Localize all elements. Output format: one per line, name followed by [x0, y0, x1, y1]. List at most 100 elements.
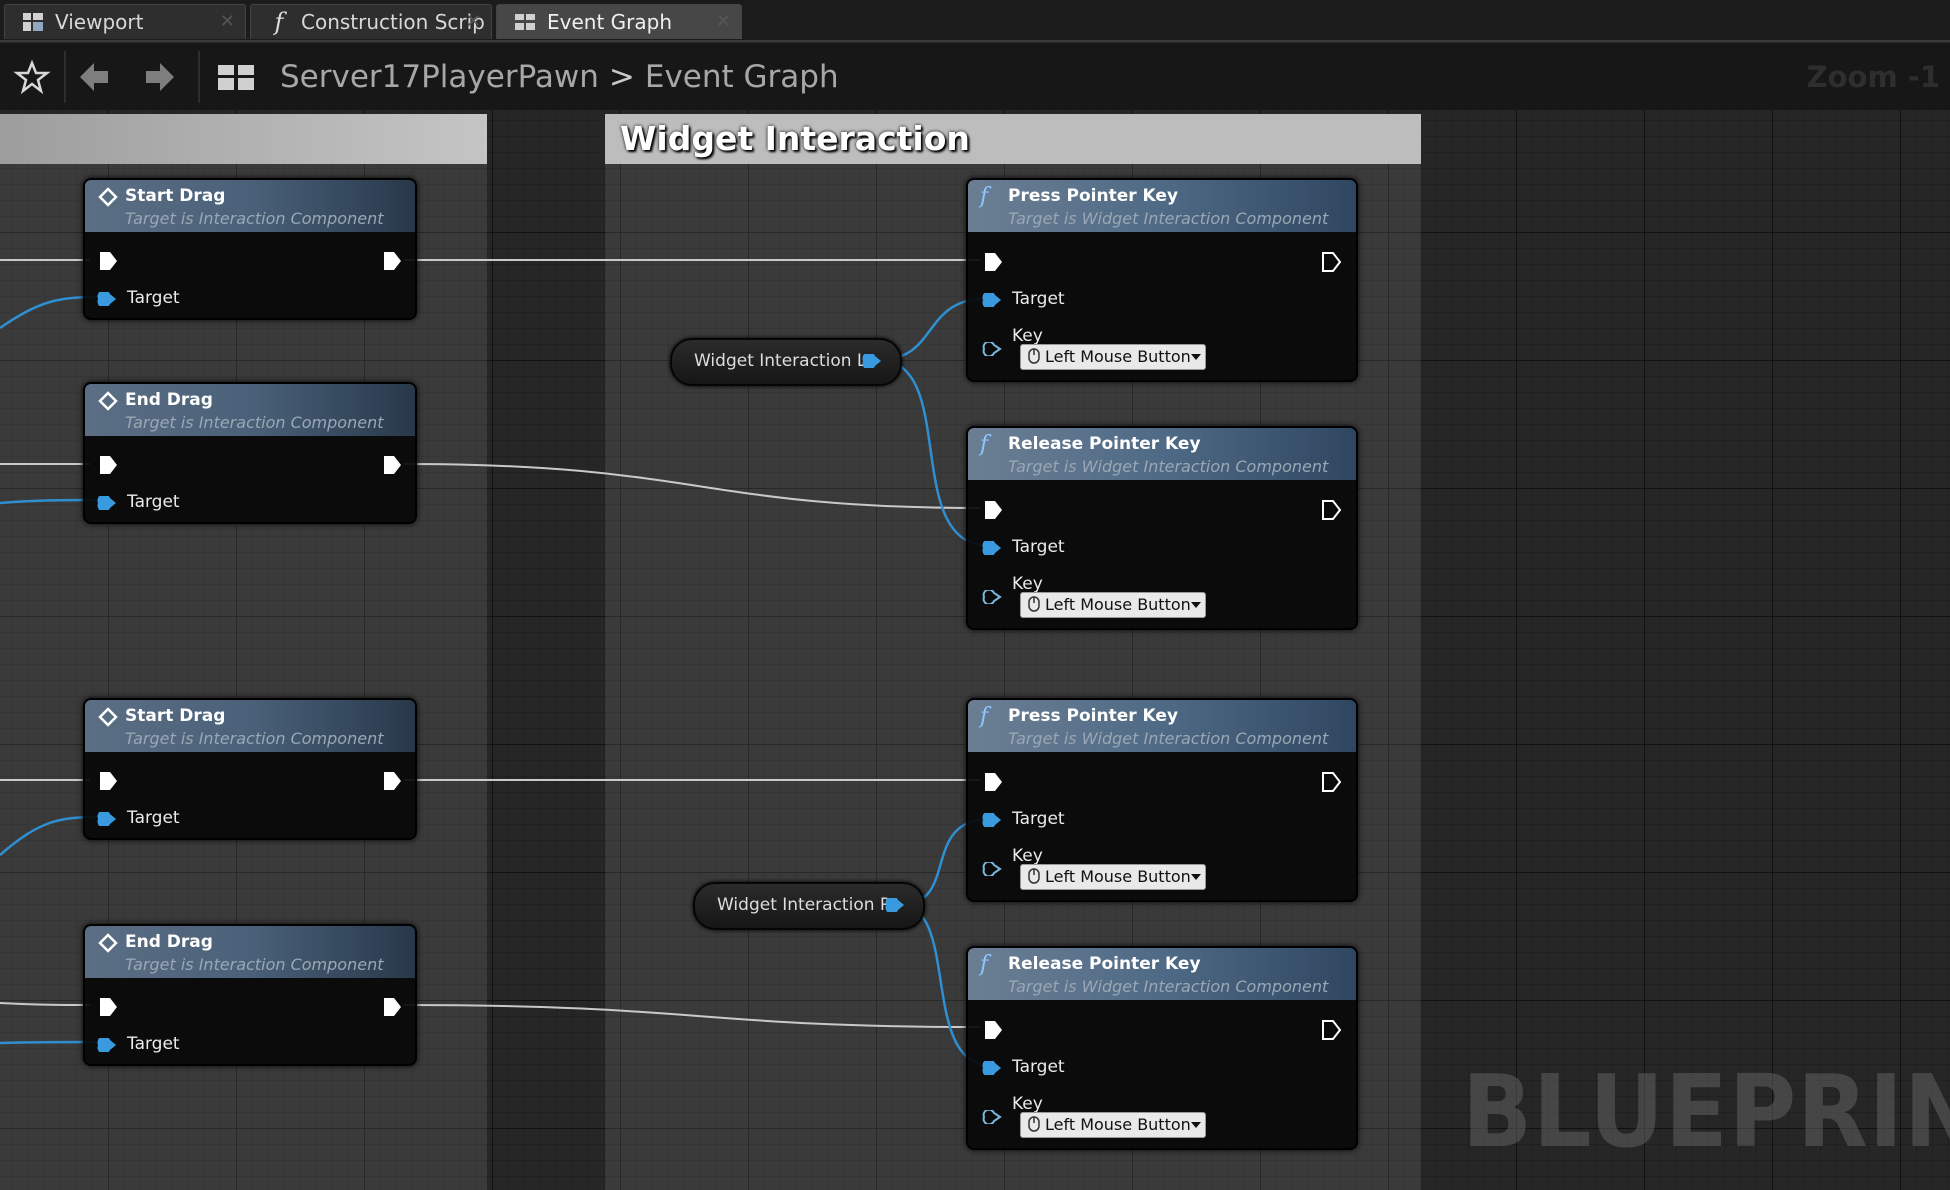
node-title: Start Drag: [125, 186, 226, 206]
exec-out-pin[interactable]: [1320, 251, 1342, 273]
graph-canvas[interactable]: Widget Interaction Start Drag Target is …: [0, 110, 1950, 1190]
exec-in-pin[interactable]: [982, 771, 1004, 793]
close-icon[interactable]: ✕: [466, 5, 481, 39]
breadcrumb: Server17PlayerPawn > Event Graph: [280, 55, 839, 99]
node-header[interactable]: End Drag Target is Interaction Component: [85, 926, 415, 978]
key-select[interactable]: Left Mouse Button: [1020, 864, 1206, 890]
exec-in-pin[interactable]: [982, 499, 1004, 521]
exec-wire: [403, 1004, 981, 1028]
target-pin[interactable]: [97, 292, 117, 306]
node-header[interactable]: f Press Pointer Key Target is Widget Int…: [968, 700, 1356, 752]
tab-label: Viewport: [55, 10, 144, 34]
graph-toolbar: Server17PlayerPawn > Event Graph Zoom -1: [0, 42, 1950, 112]
node-subtitle: Target is Interaction Component: [125, 209, 384, 228]
pin-label-target: Target: [127, 492, 180, 512]
node-header[interactable]: f Release Pointer Key Target is Widget I…: [968, 948, 1356, 1000]
node-start-drag[interactable]: Start Drag Target is Interaction Compone…: [83, 698, 417, 840]
graph-icon: [513, 10, 537, 34]
node-header[interactable]: End Drag Target is Interaction Component: [85, 384, 415, 436]
arrow-left-icon: [80, 63, 108, 91]
node-end-drag[interactable]: End Drag Target is Interaction Component…: [83, 382, 417, 524]
forward-button[interactable]: [138, 55, 182, 99]
event-diamond-icon: [98, 391, 118, 411]
target-pin[interactable]: [97, 812, 117, 826]
node-subtitle: Target is Interaction Component: [125, 955, 384, 974]
key-select[interactable]: Left Mouse Button: [1020, 592, 1206, 618]
target-pin[interactable]: [97, 1038, 117, 1052]
blueprint-watermark: BLUEPRINT: [1462, 1053, 1950, 1170]
exec-in-pin[interactable]: [97, 770, 119, 792]
star-icon: [13, 59, 51, 95]
node-release-pointer-key[interactable]: f Release Pointer Key Target is Widget I…: [966, 946, 1358, 1150]
exec-in-pin[interactable]: [97, 454, 119, 476]
tab-event-graph[interactable]: Event Graph ✕: [496, 4, 742, 39]
exec-in-pin[interactable]: [982, 251, 1004, 273]
target-pin[interactable]: [97, 496, 117, 510]
exec-out-pin[interactable]: [381, 996, 403, 1018]
node-end-drag[interactable]: End Drag Target is Interaction Component…: [83, 924, 417, 1066]
variable-widget-interaction-l[interactable]: Widget Interaction L: [670, 338, 902, 386]
exec-out-pin[interactable]: [381, 250, 403, 272]
target-pin[interactable]: [982, 541, 1002, 555]
function-icon: f: [980, 184, 989, 209]
breadcrumb-root[interactable]: Server17PlayerPawn: [280, 59, 599, 95]
pin-label-key: Key: [1012, 574, 1043, 594]
node-press-pointer-key[interactable]: f Press Pointer Key Target is Widget Int…: [966, 698, 1358, 902]
node-header[interactable]: f Press Pointer Key Target is Widget Int…: [968, 180, 1356, 232]
mouse-icon: [1028, 348, 1040, 364]
key-pin[interactable]: [982, 862, 1002, 876]
mouse-icon: [1028, 1116, 1040, 1132]
arrow-right-icon: [146, 63, 174, 91]
node-release-pointer-key[interactable]: f Release Pointer Key Target is Widget I…: [966, 426, 1358, 630]
chevron-down-icon: [1191, 602, 1201, 608]
close-icon[interactable]: ✕: [220, 5, 235, 39]
key-select-value: Left Mouse Button: [1045, 595, 1191, 614]
object-out-pin[interactable]: [885, 898, 905, 912]
variable-widget-interaction-r[interactable]: Widget Interaction R: [693, 882, 925, 930]
blueprint-editor: Viewport ✕ f Construction Scrip ✕ Event …: [0, 0, 1950, 1190]
key-select[interactable]: Left Mouse Button: [1020, 344, 1206, 370]
variable-label: Widget Interaction L: [694, 351, 867, 371]
node-header[interactable]: Start Drag Target is Interaction Compone…: [85, 700, 415, 752]
pin-label-target: Target: [1012, 809, 1065, 829]
target-pin[interactable]: [982, 813, 1002, 827]
pin-label-key: Key: [1012, 846, 1043, 866]
pin-label-target: Target: [1012, 289, 1065, 309]
mouse-icon: [1028, 868, 1040, 884]
event-diamond-icon: [98, 933, 118, 953]
breadcrumb-current: Event Graph: [644, 59, 839, 95]
event-diamond-icon: [98, 707, 118, 727]
node-header[interactable]: Start Drag Target is Interaction Compone…: [85, 180, 415, 232]
chevron-down-icon: [1191, 354, 1201, 360]
exec-out-pin[interactable]: [381, 454, 403, 476]
key-pin[interactable]: [982, 1110, 1002, 1124]
exec-wire: [403, 463, 981, 509]
target-pin[interactable]: [982, 1061, 1002, 1075]
target-pin[interactable]: [982, 293, 1002, 307]
exec-out-pin[interactable]: [381, 770, 403, 792]
favorite-button[interactable]: [10, 55, 54, 99]
back-button[interactable]: [72, 55, 116, 99]
node-title: Press Pointer Key: [1008, 186, 1179, 206]
key-pin[interactable]: [982, 590, 1002, 604]
tab-viewport[interactable]: Viewport ✕: [4, 4, 246, 39]
exec-in-pin[interactable]: [982, 1019, 1004, 1041]
exec-out-pin[interactable]: [1320, 499, 1342, 521]
node-subtitle: Target is Interaction Component: [125, 413, 384, 432]
node-press-pointer-key[interactable]: f Press Pointer Key Target is Widget Int…: [966, 178, 1358, 382]
node-start-drag[interactable]: Start Drag Target is Interaction Compone…: [83, 178, 417, 320]
key-select[interactable]: Left Mouse Button: [1020, 1112, 1206, 1138]
exec-out-pin[interactable]: [1320, 1019, 1342, 1041]
node-header[interactable]: f Release Pointer Key Target is Widget I…: [968, 428, 1356, 480]
exec-in-pin[interactable]: [97, 996, 119, 1018]
exec-out-pin[interactable]: [1320, 771, 1342, 793]
function-icon: f: [980, 432, 989, 457]
node-title: Start Drag: [125, 706, 226, 726]
object-out-pin[interactable]: [862, 354, 882, 368]
node-subtitle: Target is Widget Interaction Component: [1008, 977, 1329, 996]
exec-in-pin[interactable]: [97, 250, 119, 272]
close-icon[interactable]: ✕: [716, 5, 731, 39]
pin-label-target: Target: [1012, 537, 1065, 557]
tab-construction-script[interactable]: f Construction Scrip ✕: [250, 4, 492, 39]
key-pin[interactable]: [982, 342, 1002, 356]
